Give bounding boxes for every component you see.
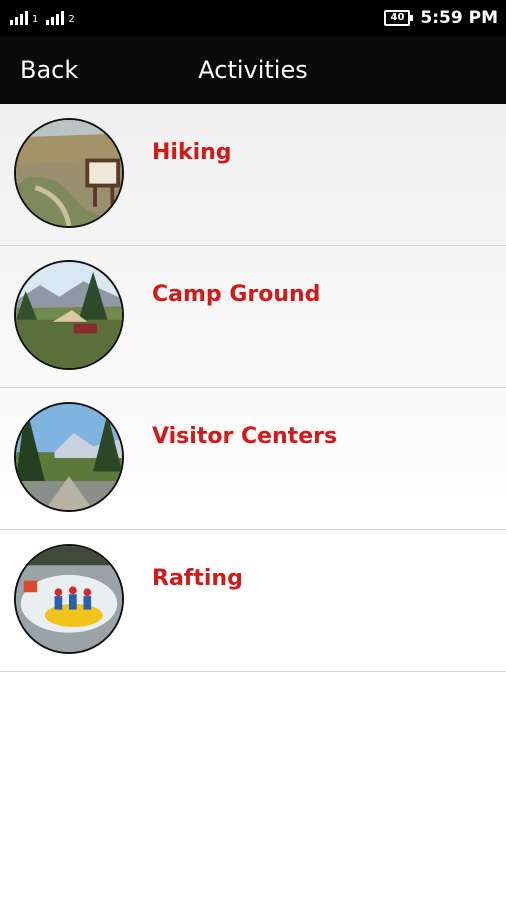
list-item-hiking[interactable]: Hiking xyxy=(0,104,506,246)
activity-label: Visitor Centers xyxy=(152,424,338,449)
sim2-label: 2 xyxy=(68,14,75,25)
hiking-thumbnail xyxy=(14,118,124,228)
activities-list: Hiking Camp Ground Visitor Centers Rafti… xyxy=(0,104,506,672)
signal-icon-sim2: 2 xyxy=(46,11,75,25)
clock: 5:59 PM xyxy=(420,8,498,28)
campground-thumbnail xyxy=(14,260,124,370)
activity-label: Hiking xyxy=(152,140,232,165)
rafting-thumbnail xyxy=(14,544,124,654)
visitor-center-thumbnail xyxy=(14,402,124,512)
list-item-camp-ground[interactable]: Camp Ground xyxy=(0,246,506,388)
back-button[interactable]: Back xyxy=(20,36,78,104)
signal-icon-sim1: 1 xyxy=(10,11,38,25)
list-item-rafting[interactable]: Rafting xyxy=(0,530,506,672)
activity-label: Camp Ground xyxy=(152,282,321,307)
activity-label: Rafting xyxy=(152,566,243,591)
battery-icon: 40 xyxy=(384,10,414,26)
navigation-bar: Activities Back xyxy=(0,36,506,104)
list-item-visitor-centers[interactable]: Visitor Centers xyxy=(0,388,506,530)
status-bar: 1 2 40 5:59 PM xyxy=(0,0,506,36)
signal-indicators: 1 2 xyxy=(10,11,75,25)
sim1-label: 1 xyxy=(32,14,39,25)
